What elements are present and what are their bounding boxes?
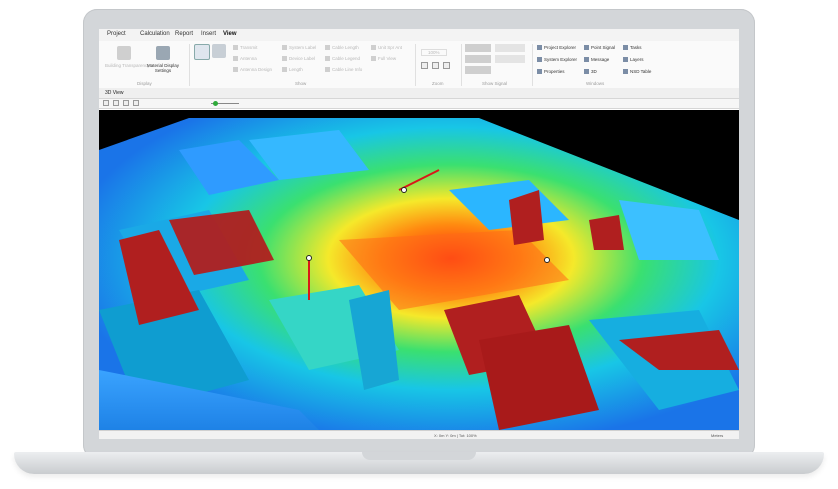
show-signal-option[interactable] <box>495 55 525 63</box>
window-point-signal[interactable]: Point Signal <box>584 45 615 51</box>
app-window: Project Calculation Report Insert View B… <box>99 29 739 439</box>
ribbon: Building Transparency Material Display S… <box>99 41 739 89</box>
show-cable-length[interactable]: Cable Length <box>325 45 359 51</box>
window-layers[interactable]: Layers <box>623 57 644 63</box>
show-length[interactable]: Length <box>282 67 303 73</box>
grid-icon[interactable] <box>212 44 226 58</box>
show-cable-legend[interactable]: Cable Legend <box>325 56 360 62</box>
status-units: Meters <box>711 433 724 438</box>
window-message[interactable]: Message <box>584 57 609 63</box>
tab-calculation[interactable]: Calculation <box>140 31 170 37</box>
building-transparency-button[interactable]: Building Transparency <box>105 63 150 68</box>
show-signal-option[interactable] <box>465 44 491 52</box>
3d-viewport[interactable] <box>99 110 739 430</box>
zoom-icon[interactable] <box>133 100 139 106</box>
group-zoom-label: Zoom <box>432 81 444 86</box>
window-3d[interactable]: 3D <box>584 69 597 75</box>
zoom-icon[interactable] <box>432 62 439 69</box>
separator <box>189 44 190 86</box>
window-properties[interactable]: Properties <box>537 69 565 75</box>
material-icon <box>156 46 170 60</box>
window-tasks[interactable]: Tasks <box>623 45 642 51</box>
window-icon[interactable] <box>194 44 210 60</box>
zoom-icon[interactable] <box>421 62 428 69</box>
window-nsd-table[interactable]: NSD Table <box>623 69 651 75</box>
red-wall <box>509 190 544 245</box>
ribbon-tabs: Project Calculation Report Insert View <box>99 29 739 41</box>
separator <box>461 44 462 86</box>
group-display-label: Display <box>137 81 152 86</box>
zoom-slider-handle[interactable] <box>213 101 218 106</box>
group-show-signal-label: Show Signal <box>482 81 508 86</box>
document-tabstrip: 3D View <box>99 88 739 99</box>
show-cable-line-info[interactable]: Cable Line Info <box>325 67 362 73</box>
tab-report[interactable]: Report <box>175 31 193 37</box>
show-signal-option[interactable] <box>465 66 491 74</box>
show-signal-option[interactable] <box>495 44 525 52</box>
separator <box>532 44 533 86</box>
tab-insert[interactable]: Insert <box>201 31 216 37</box>
building-icon <box>117 46 131 60</box>
show-signal-option[interactable] <box>465 55 491 63</box>
group-windows-label: Windows <box>586 81 605 86</box>
antenna-icon[interactable] <box>401 187 407 193</box>
window-system-explorer[interactable]: System Explorer <box>537 57 577 63</box>
show-device-label[interactable]: Device Label <box>282 56 315 62</box>
show-unit-spr-ant[interactable]: Unit Spr Ant <box>371 45 402 51</box>
show-antenna-design[interactable]: Antenna Design <box>233 67 272 73</box>
document-tab-3d-view[interactable]: 3D View <box>105 90 124 96</box>
material-display-settings-button[interactable]: Material Display Settings <box>144 63 182 73</box>
tab-view[interactable]: View <box>223 31 237 37</box>
laptop-notch <box>362 452 476 460</box>
status-bar: X: 0m Y: 0m | Tot: 100% Meters <box>99 430 739 439</box>
show-system-label[interactable]: System Label <box>282 45 316 51</box>
zoom-icon[interactable] <box>443 62 450 69</box>
antenna-icon[interactable] <box>306 255 312 261</box>
show-transmit[interactable]: Transmit <box>233 45 257 51</box>
antenna-icon[interactable] <box>544 257 550 263</box>
group-show-label: Show <box>295 81 307 86</box>
window-project-explorer[interactable]: Project Explorer <box>537 45 576 51</box>
show-full-view[interactable]: Full View <box>371 56 396 62</box>
select-icon[interactable] <box>103 100 109 106</box>
zoom-field[interactable]: 100% <box>421 49 447 56</box>
rotate-icon[interactable] <box>123 100 129 106</box>
red-wall <box>589 215 624 250</box>
status-coords: X: 0m Y: 0m | Tot: 100% <box>434 433 477 438</box>
separator <box>415 44 416 86</box>
tab-project[interactable]: Project <box>107 31 126 37</box>
show-antenna[interactable]: Antenna <box>233 56 257 62</box>
pan-icon[interactable] <box>113 100 119 106</box>
view-toolbar <box>99 99 739 109</box>
